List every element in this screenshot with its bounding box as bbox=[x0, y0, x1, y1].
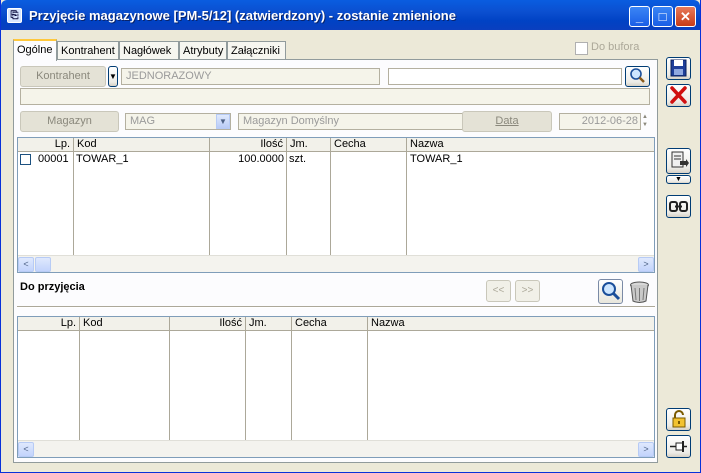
column-divider bbox=[291, 331, 292, 440]
table-row[interactable]: 00001 TOWAR_1 100.0000 szt. TOWAR_1 bbox=[18, 153, 654, 167]
lock-button[interactable] bbox=[666, 408, 691, 431]
client-area: Ogólne Kontrahent Nagłówek Atrybuty Załą… bbox=[5, 31, 698, 469]
column-kod[interactable]: Kod bbox=[74, 138, 210, 152]
column-ilosc[interactable]: Ilość bbox=[210, 138, 287, 152]
column-lp[interactable]: Lp. bbox=[18, 317, 80, 331]
floppy-disk-icon bbox=[670, 59, 687, 77]
padlock-icon bbox=[672, 410, 686, 428]
column-divider bbox=[245, 331, 246, 440]
column-divider bbox=[79, 331, 80, 440]
magnifier-icon bbox=[602, 282, 621, 301]
data-button-label: Data bbox=[495, 115, 519, 127]
address-field[interactable] bbox=[20, 88, 650, 105]
tab-zalaczniki[interactable]: Załączniki bbox=[227, 41, 286, 61]
scroll-left-arrow-icon[interactable]: < bbox=[18, 257, 34, 272]
separator bbox=[17, 306, 655, 308]
tab-atrybuty[interactable]: Atrybuty bbox=[179, 41, 227, 61]
items-grid[interactable]: Lp. Kod Ilość Jm. Cecha Nazwa 00001 TOWA… bbox=[17, 137, 655, 273]
row-nazwa: TOWAR_1 bbox=[410, 153, 463, 165]
search-button[interactable] bbox=[598, 279, 623, 304]
title-bar[interactable]: ⎘ Przyjęcie magazynowe [PM-5/12] (zatwie… bbox=[1, 0, 700, 30]
column-lp[interactable]: Lp. bbox=[18, 138, 74, 152]
column-divider bbox=[73, 152, 74, 255]
do-przyjecia-label: Do przyjęcia bbox=[20, 281, 85, 293]
window-title: Przyjęcie magazynowe [PM-5/12] (zatwierd… bbox=[29, 8, 456, 23]
column-divider bbox=[169, 331, 170, 440]
column-divider bbox=[209, 152, 210, 255]
do-przyjecia-grid-header: Lp. Kod Ilość Jm. Cecha Nazwa bbox=[18, 317, 654, 331]
column-divider bbox=[367, 331, 368, 440]
do-przyjecia-grid[interactable]: Lp. Kod Ilość Jm. Cecha Nazwa < > bbox=[17, 316, 655, 458]
scroll-left-arrow-icon[interactable]: < bbox=[18, 442, 34, 457]
column-divider bbox=[406, 152, 407, 255]
date-spinner[interactable]: ▲ ▼ bbox=[640, 113, 650, 130]
pin-button[interactable] bbox=[666, 435, 691, 458]
trash-button[interactable] bbox=[627, 279, 652, 304]
document-icon: ⎘ bbox=[7, 8, 22, 23]
link-button[interactable] bbox=[666, 195, 691, 218]
column-nazwa[interactable]: Nazwa bbox=[368, 317, 654, 331]
minimize-button[interactable]: _ bbox=[629, 6, 650, 27]
process-dropdown-button[interactable]: ▼ bbox=[666, 175, 691, 184]
column-jm[interactable]: Jm. bbox=[246, 317, 292, 331]
cancel-button[interactable] bbox=[666, 84, 691, 107]
row-kod: TOWAR_1 bbox=[76, 153, 129, 165]
save-button[interactable] bbox=[666, 57, 691, 80]
chevron-down-icon[interactable]: ▼ bbox=[216, 114, 230, 129]
column-cecha[interactable]: Cecha bbox=[292, 317, 368, 331]
column-divider bbox=[286, 152, 287, 255]
scroll-right-arrow-icon[interactable]: > bbox=[638, 442, 654, 457]
scroll-right-arrow-icon[interactable]: > bbox=[638, 257, 654, 272]
magazyn-button[interactable]: Magazyn bbox=[20, 111, 119, 132]
row-lp: 00001 bbox=[38, 153, 69, 165]
maximize-button[interactable]: □ bbox=[652, 6, 673, 27]
column-jm[interactable]: Jm. bbox=[287, 138, 331, 152]
tab-panel-ogolne: Kontrahent ▼ JEDNORAZOWY Magazyn MAG ▼ M… bbox=[13, 59, 658, 463]
kontrahent-button[interactable]: Kontrahent bbox=[20, 66, 106, 87]
window: ⎘ Przyjęcie magazynowe [PM-5/12] (zatwie… bbox=[0, 0, 701, 473]
row-ilosc: 100.0000 bbox=[238, 153, 284, 165]
document-arrow-icon bbox=[671, 151, 689, 168]
kontrahent-search-button[interactable] bbox=[625, 66, 650, 87]
column-ilosc[interactable]: Ilość bbox=[170, 317, 246, 331]
checkbox[interactable] bbox=[575, 42, 588, 55]
horizontal-scrollbar[interactable]: < > bbox=[18, 440, 654, 457]
date-field[interactable]: 2012-06-28 bbox=[559, 113, 641, 130]
pin-icon bbox=[670, 441, 687, 452]
tab-naglowek[interactable]: Nagłówek bbox=[119, 41, 179, 61]
next-button[interactable]: >> bbox=[515, 280, 540, 302]
chain-link-icon bbox=[669, 201, 688, 212]
do-bufora-label: Do bufora bbox=[591, 41, 640, 53]
process-button[interactable] bbox=[666, 148, 691, 174]
trash-icon bbox=[630, 281, 649, 303]
magnifier-icon bbox=[630, 68, 645, 83]
red-x-icon bbox=[670, 86, 687, 104]
kontrahent-search-field[interactable] bbox=[388, 68, 622, 85]
close-button[interactable]: ✕ bbox=[675, 6, 696, 27]
magazyn-name-field[interactable]: Magazyn Domyślny bbox=[238, 113, 466, 130]
kontrahent-field[interactable]: JEDNORAZOWY bbox=[121, 68, 380, 85]
column-cecha[interactable]: Cecha bbox=[331, 138, 407, 152]
data-button[interactable]: Data bbox=[462, 111, 552, 132]
column-nazwa[interactable]: Nazwa bbox=[407, 138, 654, 152]
column-kod[interactable]: Kod bbox=[80, 317, 170, 331]
items-grid-header: Lp. Kod Ilość Jm. Cecha Nazwa bbox=[18, 138, 654, 152]
scroll-thumb[interactable] bbox=[35, 257, 51, 272]
prev-button[interactable]: << bbox=[486, 280, 511, 302]
row-jm: szt. bbox=[289, 153, 307, 165]
kontrahent-dropdown-button[interactable]: ▼ bbox=[108, 66, 118, 87]
horizontal-scrollbar[interactable]: < > bbox=[18, 255, 654, 272]
row-checkbox[interactable] bbox=[20, 154, 31, 165]
tab-ogolne[interactable]: Ogólne bbox=[13, 39, 57, 61]
tab-kontrahent[interactable]: Kontrahent bbox=[57, 41, 119, 61]
column-divider bbox=[330, 152, 331, 255]
